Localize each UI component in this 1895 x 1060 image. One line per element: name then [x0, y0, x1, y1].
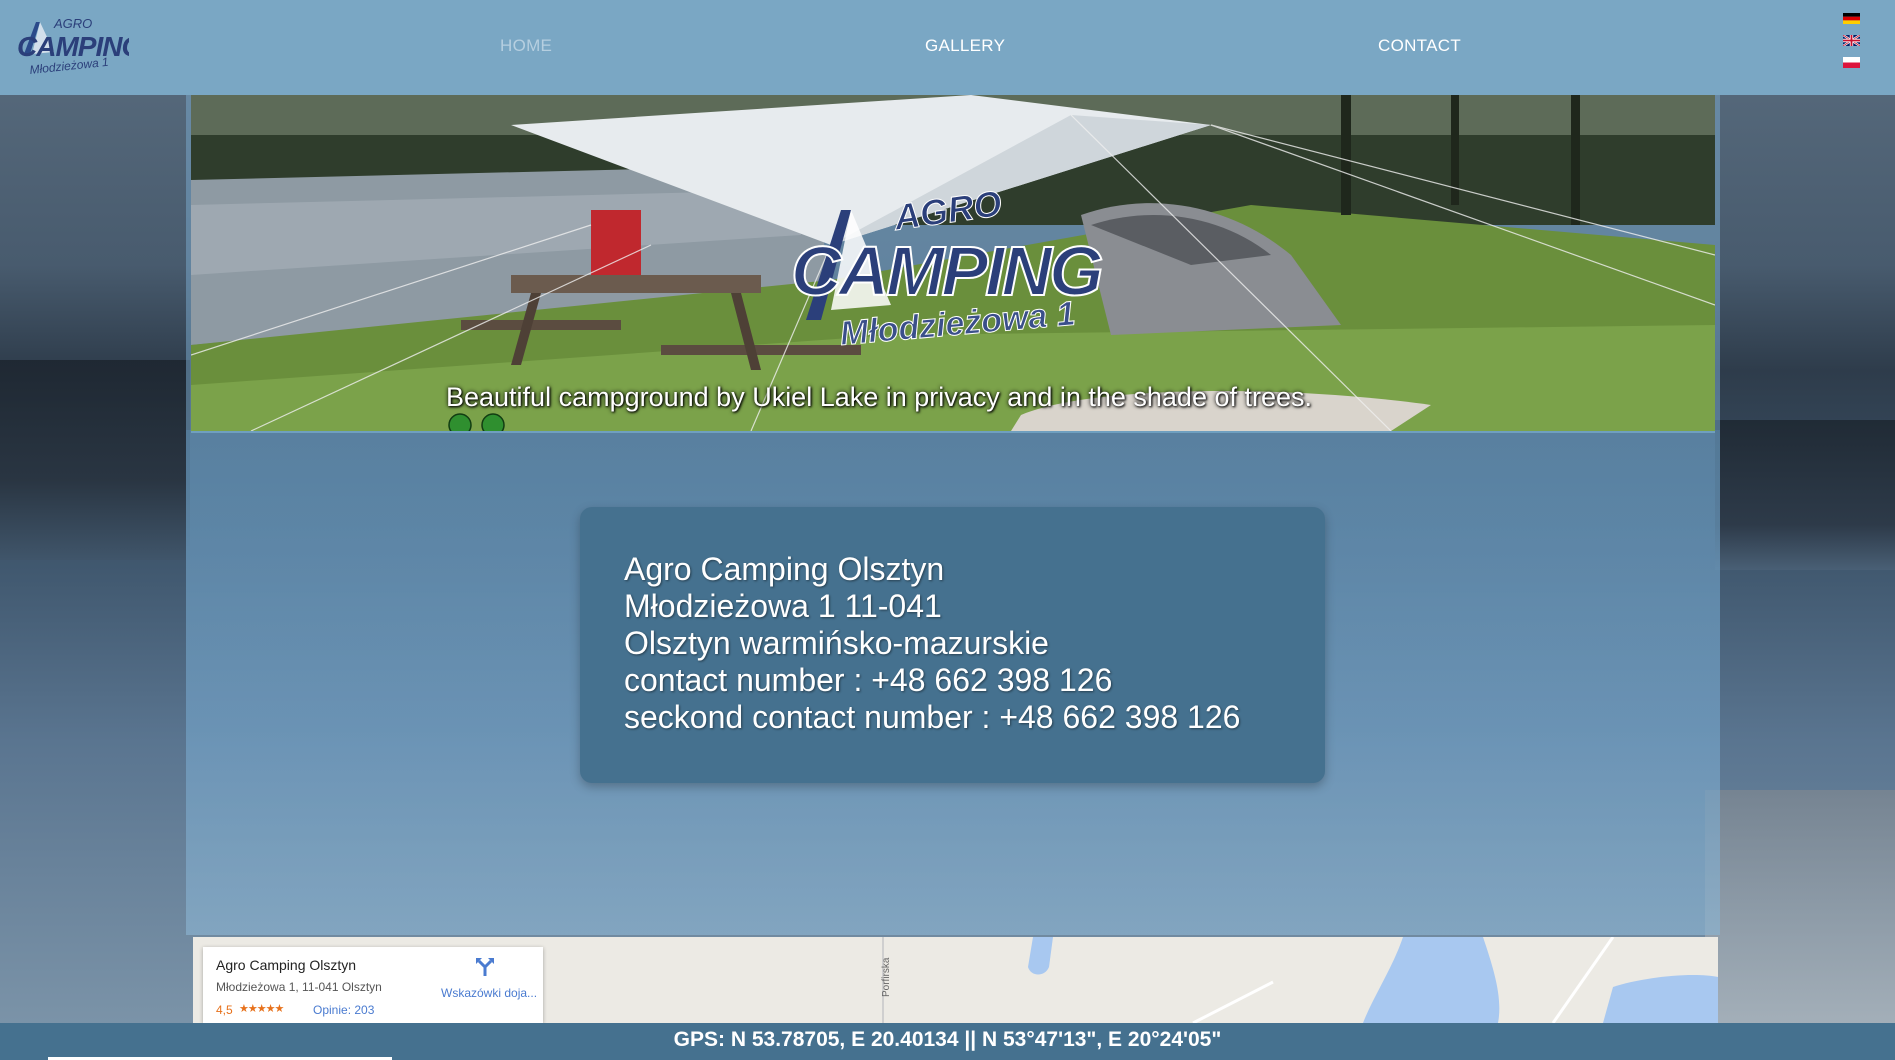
background-trees-left: [0, 360, 190, 560]
uk-flag-icon[interactable]: [1843, 35, 1860, 46]
nav-home[interactable]: HOME: [500, 36, 552, 56]
background-pier: [1705, 790, 1895, 1030]
background-trees-right: [1715, 420, 1895, 570]
map-place-card: Agro Camping Olsztyn Młodzieżowa 1, 11-0…: [203, 947, 543, 1023]
site-header: AGRO CAMPING Młodzieżowa 1 HOME GALLERY …: [0, 0, 1895, 95]
hero-banner: AGRO CAMPING Młodzieżowa 1 Beautiful cam…: [191, 95, 1715, 433]
polish-flag-icon[interactable]: [1843, 57, 1860, 68]
contact-card: Agro Camping Olsztyn Młodzieżowa 1 11-04…: [580, 507, 1325, 783]
map-place-address: Młodzieżowa 1, 11-041 Olsztyn: [216, 980, 382, 994]
site-logo[interactable]: AGRO CAMPING Młodzieżowa 1: [14, 14, 143, 78]
contact-street: Młodzieżowa 1 11-041: [624, 588, 942, 624]
contact-city: Olsztyn warmińsko-mazurskie: [624, 625, 1049, 661]
nav-contact[interactable]: CONTACT: [1378, 36, 1461, 56]
language-switcher: [1843, 13, 1861, 79]
svg-text:AGRO: AGRO: [53, 16, 92, 31]
contact-phone: contact number : +48 662 398 126: [624, 662, 1113, 698]
banner-caption-text: Beautiful campground by Ukiel Lake in pr…: [446, 382, 1313, 412]
map-rating: 4,5: [216, 1003, 233, 1017]
campsite-photo: AGRO CAMPING Młodzieżowa 1: [191, 95, 1715, 431]
svg-text:CAMPING: CAMPING: [17, 31, 129, 62]
directions-link[interactable]: Wskazówki doja...: [441, 986, 537, 1000]
map-street-label: Porfirska: [881, 957, 892, 997]
trees-icon: [448, 413, 505, 431]
contact-name: Agro Camping Olsztyn: [624, 551, 945, 587]
google-map-embed[interactable]: Porfirska Agro Camping Olsztyn Młodzieżo…: [193, 937, 1718, 1023]
gps-coordinates: GPS: N 53.78705, E 20.40134 || N 53°47'1…: [673, 1028, 1222, 1051]
map-place-name[interactable]: Agro Camping Olsztyn: [216, 957, 356, 973]
map-reviews-link[interactable]: Opinie: 203: [313, 1003, 374, 1017]
contact-phone-secondary: seckond contact number : +48 662 398 126: [624, 699, 1241, 735]
map-stars: ★★★★★: [239, 1003, 284, 1015]
german-flag-icon[interactable]: [1843, 13, 1860, 24]
nav-gallery[interactable]: GALLERY: [925, 36, 1005, 56]
banner-caption: Beautiful campground by Ukiel Lake in pr…: [446, 382, 1313, 431]
site-footer: GPS: N 53.78705, E 20.40134 || N 53°47'1…: [0, 1023, 1895, 1060]
directions-icon[interactable]: [475, 957, 495, 977]
